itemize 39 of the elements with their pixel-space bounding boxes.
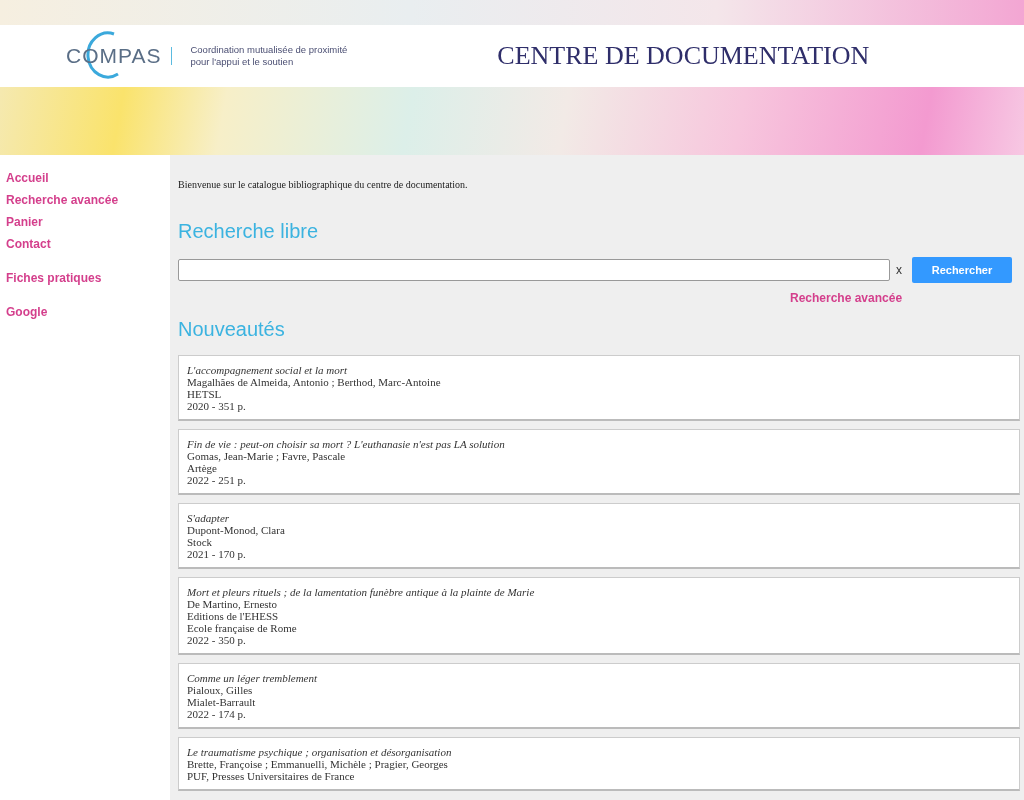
book-title[interactable]: Fin de vie : peut-on choisir sa mort ? L'euthanasie n'est pas LA solution	[187, 438, 505, 450]
clear-button[interactable]: x	[896, 263, 902, 277]
sidebar-link[interactable]: Recherche avancée	[0, 193, 119, 215]
site-title: CENTRE DE DOCUMENTATION	[497, 41, 870, 71]
book-detail: HETSL	[187, 388, 222, 400]
welcome-text: Bienvenue sur le catalogue bibliographique du centre de documentation.	[178, 179, 469, 190]
book-detail: Stock	[187, 536, 213, 548]
book-title[interactable]: Comme un léger tremblement	[187, 672, 318, 684]
advanced-search-link[interactable]: Recherche avancée	[790, 291, 903, 305]
book-detail: PUF, Presses Universitaires de France	[187, 770, 355, 782]
book-detail: 2022 - 350 p.	[187, 634, 246, 646]
book-detail: Dupont-Monod, Clara	[187, 524, 285, 536]
book-title[interactable]: Le traumatisme psychique ; organisation et désorganisation	[187, 746, 452, 758]
section-heading: Nouveautés	[178, 318, 286, 341]
book-detail: Pialoux, Gilles	[187, 684, 253, 696]
book-detail: Brette, Françoise ; Emmanuelli, Michèle ; Pragier, Georges	[187, 758, 448, 770]
sidebar-link[interactable]: Google	[0, 305, 48, 327]
book-detail: 2021 - 170 p.	[187, 548, 246, 560]
sidebar-link[interactable]: Fiches pratiques	[0, 271, 102, 293]
book-title[interactable]: Mort et pleurs rituels ; de la lamentation funèbre antique à la plainte de Marie	[187, 586, 535, 598]
search-field[interactable]	[178, 259, 890, 281]
book-detail: Mialet-Barrault	[187, 696, 256, 708]
book-detail: Magalhães de Almeida, Antonio ; Berthod, Marc-Antoine	[187, 376, 441, 388]
search-button[interactable]: Rechercher	[912, 257, 1012, 283]
book-detail: Ecole française de Rome	[187, 622, 297, 634]
sidebar-link[interactable]: Panier	[0, 215, 43, 237]
sidebar-link[interactable]: Accueil	[0, 171, 49, 193]
book-detail: 2022 - 174 p.	[187, 708, 246, 720]
section-heading: Recherche libre	[178, 220, 320, 243]
book-title[interactable]: S'adapter	[187, 512, 230, 524]
book-detail: Artège	[187, 462, 217, 474]
book-detail: 2020 - 351 p.	[187, 400, 246, 412]
logo-tagline: Coordination mutualisée de proximité pour l'appui et le soutien	[190, 44, 348, 68]
book-title[interactable]: L'accompagnement social et la mort	[187, 364, 347, 376]
book-detail: 2022 - 251 p.	[187, 474, 246, 486]
book-detail: Gomas, Jean-Marie ; Favre, Pascale	[187, 450, 346, 462]
book-detail: Editions de l'EHESS	[187, 610, 279, 622]
sidebar-link[interactable]: Contact	[0, 237, 51, 259]
book-detail: De Martino, Ernesto	[187, 598, 278, 610]
